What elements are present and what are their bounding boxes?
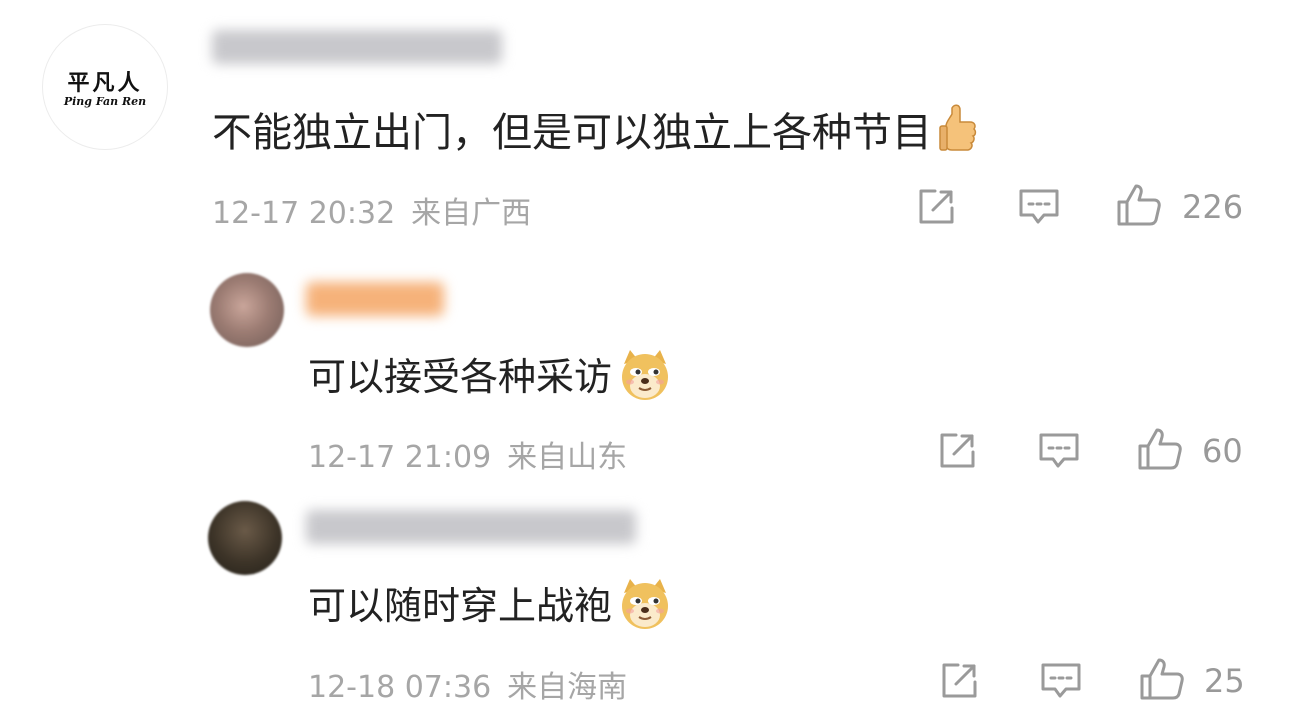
repost-icon[interactable]: [936, 658, 982, 704]
comment-icon[interactable]: [1016, 184, 1062, 230]
comment-text-content: 可以随时穿上战袍: [308, 584, 613, 628]
comment-meta: 12-17 20:32 来自广西: [212, 188, 531, 232]
comment-timestamp: 12-17 20:32: [212, 196, 396, 231]
comment-meta: 12-17 21:09 来自山东: [308, 432, 627, 476]
avatar[interactable]: [210, 273, 284, 347]
username-blurred[interactable]: [306, 510, 636, 544]
like-count: 25: [1204, 662, 1245, 700]
comment-text: 不能独立出门，但是可以独立上各种节目: [212, 100, 978, 166]
avatar-logo-text: 平凡人: [67, 70, 143, 96]
comment-icon[interactable]: [1036, 428, 1082, 474]
thumbs-up-icon[interactable]: [1137, 426, 1183, 472]
comment-location: 来自广西: [411, 196, 532, 231]
comment-location: 来自山东: [507, 440, 628, 475]
doge-emoji-icon: [618, 348, 672, 411]
comment-timestamp: 12-17 21:09: [308, 440, 492, 475]
avatar-logo-subtext: Ping Fan Ren: [63, 95, 147, 108]
thumbs-up-icon[interactable]: [1116, 182, 1162, 228]
like-count: 60: [1202, 432, 1243, 470]
doge-emoji-icon: [618, 577, 672, 640]
comment-text: 可以随时穿上战袍: [308, 575, 672, 640]
comment-text-content: 不能独立出门，但是可以独立上各种节目: [212, 110, 932, 156]
like-count: 226: [1182, 188, 1244, 226]
repost-icon[interactable]: [934, 428, 980, 474]
avatar[interactable]: [208, 501, 282, 575]
comment-location: 来自海南: [507, 670, 628, 705]
username-blurred[interactable]: [212, 30, 502, 64]
thumbs-up-icon[interactable]: [1139, 656, 1185, 702]
comment-text-content: 可以接受各种采访: [308, 355, 613, 399]
comment-text: 可以接受各种采访: [308, 346, 672, 411]
comment-meta: 12-18 07:36 来自海南: [308, 662, 627, 706]
comment-icon[interactable]: [1038, 658, 1084, 704]
thumbs-up-emoji-icon: [938, 104, 978, 166]
comment-timestamp: 12-18 07:36: [308, 670, 492, 705]
avatar[interactable]: 平凡人 Ping Fan Ren: [42, 24, 168, 150]
username-blurred[interactable]: [306, 282, 444, 316]
repost-icon[interactable]: [913, 184, 959, 230]
